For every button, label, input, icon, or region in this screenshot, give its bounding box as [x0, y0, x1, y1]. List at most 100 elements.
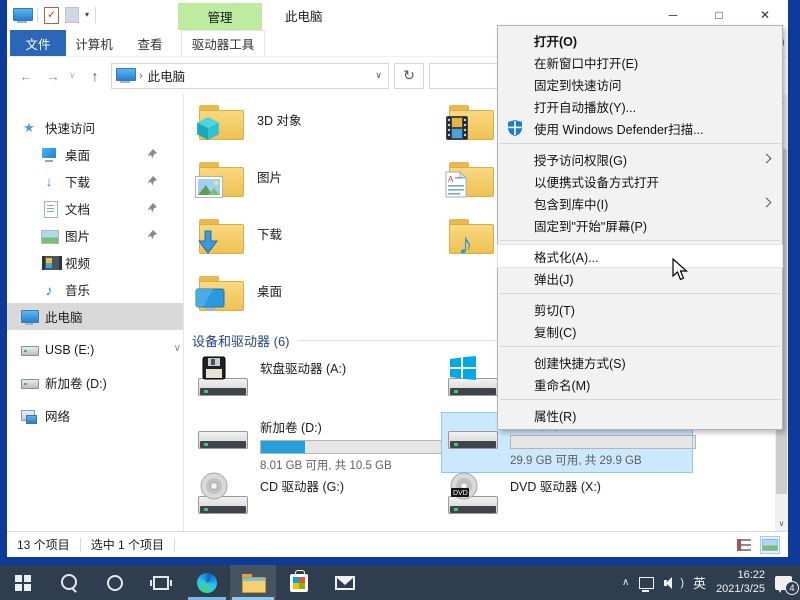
breadcrumb[interactable]: 此电脑	[148, 66, 186, 85]
new-folder-icon[interactable]	[65, 7, 79, 23]
mouse-cursor	[672, 258, 689, 285]
tab-view[interactable]: 查看	[122, 30, 178, 56]
dvd-drive-icon: DVD	[448, 476, 498, 516]
tab-drive-tools[interactable]: 驱动器工具	[181, 30, 265, 56]
folder-tile-pictures[interactable]: 图片	[192, 155, 442, 212]
input-language-indicator[interactable]: 英	[693, 573, 706, 592]
menu-item-eject[interactable]: 弹出(J)	[498, 267, 782, 289]
forward-icon[interactable]: →	[42, 68, 64, 84]
monitor-icon	[195, 288, 225, 315]
menu-item-include-in-library[interactable]: 包含到库中(I)	[498, 192, 782, 214]
sidebar-item-documents[interactable]: 文档	[7, 195, 183, 222]
thumbnails-view-button[interactable]	[760, 536, 780, 554]
menu-item-label: 复制(C)	[534, 322, 576, 341]
start-button[interactable]	[0, 565, 46, 600]
download-arrow-icon	[195, 229, 221, 258]
drive-tile-new-volume-d[interactable]: 新加卷 (D:) 8.01 GB 可用, 共 10.5 GB	[192, 413, 442, 472]
sidebar-item-this-pc[interactable]: 此电脑	[7, 303, 183, 330]
thumbnails-view-icon	[762, 539, 778, 551]
tab-computer[interactable]: 计算机	[66, 30, 122, 56]
sidebar-item-label: 下载	[65, 172, 90, 191]
sidebar-item-usb-e[interactable]: USB (E:) ∨	[7, 336, 183, 363]
svg-text:DVD: DVD	[453, 490, 468, 497]
desktop-icon	[41, 147, 57, 163]
taskbar-edge-button[interactable]	[184, 565, 230, 600]
folder-tile-desktop[interactable]: 桌面	[192, 269, 442, 326]
search-icon	[61, 574, 78, 591]
folder-icon: A	[448, 159, 495, 199]
sidebar-item-quick-access[interactable]: ★ 快速访问	[7, 114, 183, 141]
menu-item-copy[interactable]: 复制(C)	[498, 320, 782, 342]
drive-tile-dvd-x[interactable]: DVD DVD 驱动器 (X:)	[442, 472, 692, 531]
back-icon[interactable]: ←	[15, 68, 37, 84]
sidebar-item-downloads[interactable]: ↓ 下载	[7, 168, 183, 195]
menu-separator	[500, 293, 780, 294]
address-bar[interactable]: › 此电脑 ∨	[111, 63, 389, 89]
sidebar-item-music[interactable]: ♪ 音乐	[7, 276, 183, 303]
sidebar-item-videos[interactable]: 视频	[7, 249, 183, 276]
drive-name: 新加卷 (D:)	[260, 417, 446, 436]
sidebar-item-network[interactable]: 网络	[7, 402, 183, 429]
pin-icon	[147, 202, 157, 216]
folder-icon	[198, 102, 245, 142]
sidebar-item-label: 快速访问	[45, 118, 95, 137]
menu-item-open[interactable]: 打开(O)	[498, 29, 782, 51]
menu-item-autoplay[interactable]: 打开自动播放(Y)...	[498, 95, 782, 117]
task-view-button[interactable]	[138, 565, 184, 600]
sidebar-item-desktop[interactable]: 桌面	[7, 141, 183, 168]
action-center-icon[interactable]: 4	[775, 576, 792, 590]
pin-icon	[147, 175, 157, 189]
sidebar-item-label: 新加卷 (D:)	[45, 373, 107, 392]
notification-badge: 4	[785, 581, 799, 595]
menu-item-give-access[interactable]: 授予访问权限(G)	[498, 148, 782, 170]
taskbar-store-button[interactable]	[276, 565, 322, 600]
this-pc-icon	[116, 68, 134, 83]
tab-file[interactable]: 文件	[10, 30, 66, 56]
scroll-down-icon[interactable]: ∨	[775, 516, 788, 531]
menu-separator	[500, 346, 780, 347]
drive-tile-floppy-a[interactable]: 软盘驱动器 (A:)	[192, 354, 442, 413]
recent-locations-dropdown-icon[interactable]: ∨	[69, 70, 79, 81]
quick-access-star-icon: ★	[21, 120, 37, 136]
divider	[80, 538, 81, 552]
menu-item-label: 使用 Windows Defender扫描...	[534, 119, 704, 138]
tray-time: 16:22	[716, 569, 765, 583]
properties-icon[interactable]	[44, 7, 59, 24]
taskbar-mail-button[interactable]	[322, 565, 368, 600]
menu-item-label: 重命名(M)	[534, 375, 590, 394]
menu-item-properties[interactable]: 属性(R)	[498, 404, 782, 426]
address-dropdown-icon[interactable]: ∨	[375, 70, 384, 81]
menu-item-format[interactable]: 格式化(A)...	[498, 245, 782, 267]
menu-item-defender-scan[interactable]: 使用 Windows Defender扫描...	[498, 117, 782, 139]
manage-contextual-tab[interactable]: 管理	[178, 3, 262, 30]
cortana-button[interactable]	[92, 565, 138, 600]
expander-chevron-icon[interactable]: ∨	[174, 343, 181, 354]
menu-item-pin-quick-access[interactable]: 固定到快速访问	[498, 73, 782, 95]
sidebar-item-new-volume-d[interactable]: 新加卷 (D:)	[7, 369, 183, 396]
menu-item-cut[interactable]: 剪切(T)	[498, 298, 782, 320]
menu-item-label: 剪切(T)	[534, 300, 575, 319]
refresh-button[interactable]: ↻	[394, 63, 424, 89]
customize-qat-dropdown-icon[interactable]: ▾	[85, 11, 89, 19]
menu-item-rename[interactable]: 重命名(M)	[498, 373, 782, 395]
up-icon[interactable]: ↑	[84, 68, 106, 84]
folder-tile-3d-objects[interactable]: 3D 对象	[192, 98, 442, 155]
menu-item-open-portable-device[interactable]: 以便携式设备方式打开	[498, 170, 782, 192]
drive-tile-cd-g[interactable]: CD 驱动器 (G:)	[192, 472, 442, 531]
defender-shield-icon	[507, 120, 523, 139]
menu-item-open-new-window[interactable]: 在新窗口中打开(E)	[498, 51, 782, 73]
taskbar-explorer-button[interactable]	[230, 565, 276, 600]
details-view-button[interactable]	[734, 536, 754, 554]
folder-name: 桌面	[257, 281, 282, 300]
network-tray-icon[interactable]	[639, 577, 654, 589]
volume-icon[interactable]	[664, 577, 678, 589]
clock[interactable]: 16:22 2021/3/25	[716, 569, 765, 597]
divider	[37, 7, 38, 23]
menu-item-create-shortcut[interactable]: 创建快捷方式(S)	[498, 351, 782, 373]
sidebar-item-pictures[interactable]: 图片	[7, 222, 183, 249]
menu-item-pin-to-start[interactable]: 固定到"开始"屏幕(P)	[498, 214, 782, 236]
taskbar-search-button[interactable]	[46, 565, 92, 600]
context-menu: 打开(O) 在新窗口中打开(E) 固定到快速访问 打开自动播放(Y)... 使用…	[497, 25, 783, 430]
folder-tile-downloads[interactable]: 下载	[192, 212, 442, 269]
tray-chevron-icon[interactable]: ∧	[622, 577, 629, 588]
